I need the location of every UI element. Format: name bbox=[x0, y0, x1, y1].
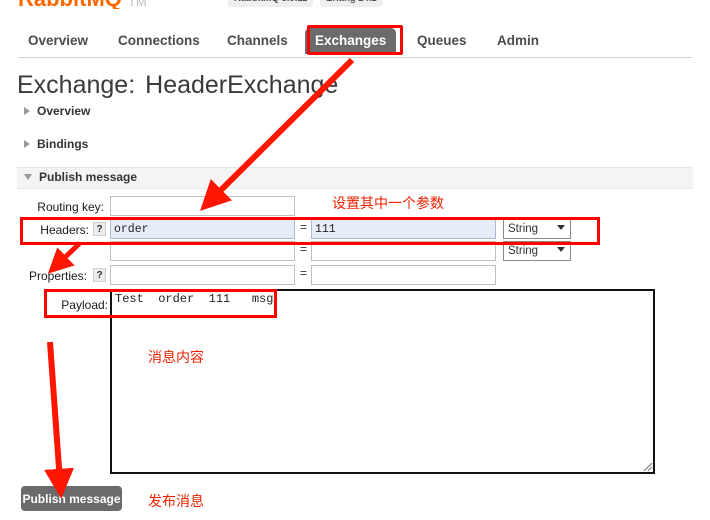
section-bindings-label: Bindings bbox=[37, 137, 89, 151]
properties-label: Properties: bbox=[28, 269, 87, 283]
header-value-input-2[interactable] bbox=[311, 241, 496, 261]
section-publish-toggle[interactable]: Publish message bbox=[24, 170, 137, 188]
tab-connections[interactable]: Connections bbox=[108, 28, 210, 54]
chevron-down-icon bbox=[24, 173, 32, 180]
tab-admin[interactable]: Admin bbox=[487, 28, 549, 54]
header-value-input-1[interactable] bbox=[311, 219, 496, 239]
rabbitmq-version-badge: RabbitMQ 3.9.11 bbox=[228, 0, 314, 7]
section-publish-label: Publish message bbox=[39, 170, 138, 184]
exchange-name: HeaderExchange bbox=[145, 71, 339, 99]
payload-label: Payload: bbox=[61, 298, 108, 312]
headers-equals-2: = bbox=[300, 242, 308, 256]
app-header-strip: RabbitMQ TM RabbitMQ 3.9.11 Erlang 24.2 bbox=[0, 0, 710, 9]
annotation-set-param: 设置其中一个参数 bbox=[332, 195, 444, 211]
property-value-input-1[interactable] bbox=[311, 265, 496, 285]
chevron-right-icon bbox=[24, 106, 30, 115]
arrow-to-publish-button bbox=[44, 341, 75, 499]
tab-channels[interactable]: Channels bbox=[217, 28, 298, 54]
page-title: Exchange: HeaderExchange bbox=[17, 71, 338, 100]
header-type-select-2[interactable]: String bbox=[503, 241, 571, 261]
header-key-input-1[interactable] bbox=[110, 219, 295, 239]
section-bindings-toggle[interactable]: Bindings bbox=[24, 137, 88, 155]
header-type-value-1: String bbox=[508, 223, 539, 235]
header-type-select-1[interactable]: String bbox=[503, 219, 571, 239]
property-key-input-1[interactable] bbox=[110, 265, 295, 285]
erlang-version-badge: Erlang 24.2 bbox=[320, 0, 383, 7]
section-overview-label: Overview bbox=[37, 104, 91, 118]
logo-text: RabbitMQ bbox=[18, 0, 122, 9]
headers-help-icon[interactable]: ? bbox=[93, 222, 106, 236]
routing-key-label: Routing key: bbox=[37, 200, 104, 214]
logo-trademark: TM bbox=[127, 0, 147, 9]
chevron-down-icon bbox=[557, 225, 565, 230]
properties-equals-1: = bbox=[300, 266, 308, 280]
nav-divider bbox=[18, 57, 692, 58]
headers-label: Headers: bbox=[40, 223, 89, 237]
headers-equals-1: = bbox=[300, 220, 308, 234]
rabbitmq-logo[interactable]: RabbitMQ TM bbox=[18, 0, 147, 9]
routing-key-input[interactable] bbox=[110, 196, 295, 216]
header-key-input-2[interactable] bbox=[110, 241, 295, 261]
rabbitmq-management-page: RabbitMQ TM RabbitMQ 3.9.11 Erlang 24.2 O… bbox=[0, 0, 710, 520]
publish-message-button[interactable]: Publish message bbox=[21, 486, 122, 511]
tab-exchanges[interactable]: Exchanges bbox=[305, 28, 397, 54]
chevron-down-icon bbox=[557, 247, 565, 252]
annotation-message-content: 消息内容 bbox=[148, 349, 204, 365]
main-navigation: Overview Connections Channels Exchanges … bbox=[0, 24, 710, 58]
header-type-value-2: String bbox=[508, 245, 539, 257]
section-overview-toggle[interactable]: Overview bbox=[24, 104, 90, 122]
chevron-right-icon bbox=[24, 139, 30, 148]
arrow-to-properties bbox=[47, 241, 82, 274]
tab-overview[interactable]: Overview bbox=[18, 28, 98, 54]
tab-queues[interactable]: Queues bbox=[407, 28, 477, 54]
properties-help-icon[interactable]: ? bbox=[93, 268, 106, 282]
page-title-prefix: Exchange: bbox=[17, 71, 136, 99]
annotation-publish-message: 发布消息 bbox=[148, 493, 204, 509]
payload-textarea[interactable] bbox=[110, 289, 655, 474]
